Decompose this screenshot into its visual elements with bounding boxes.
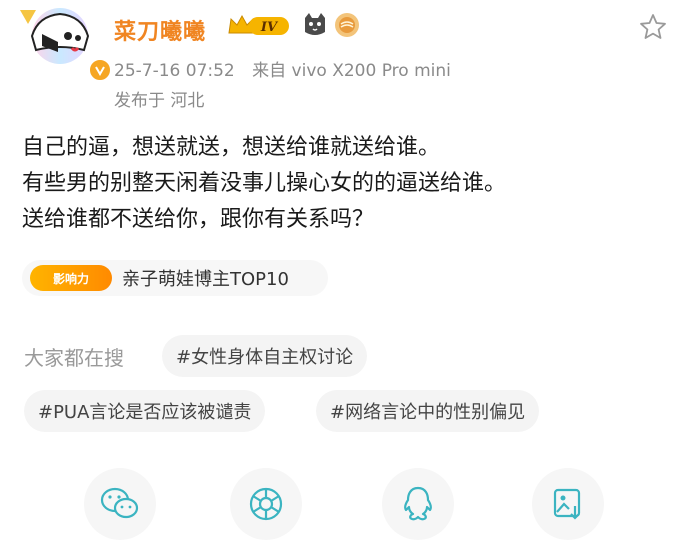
influence-logo-text: 影响力 bbox=[52, 271, 89, 286]
trending-search-label: 大家都在搜 bbox=[24, 346, 124, 370]
post-line: 送给谁都不送给你，跟你有关系吗？ bbox=[22, 207, 375, 232]
level-badge[interactable]: IV bbox=[227, 13, 293, 39]
share-wechat-button[interactable] bbox=[84, 468, 156, 540]
post-meta: 25-7-16 07:52 来自 vivo X200 Pro mini bbox=[114, 56, 451, 81]
post-line: 有些男的别整天闲着没事儿操心女的的逼送给谁。 bbox=[22, 171, 507, 196]
username[interactable]: 菜刀曦曦 bbox=[114, 14, 206, 46]
post-line: 自己的逼，想送就送，想送给谁就送给谁。 bbox=[22, 135, 441, 160]
post-timestamp: 25-7-16 07:52 bbox=[114, 61, 235, 81]
verified-badge bbox=[88, 58, 112, 82]
favorite-star-button[interactable] bbox=[638, 12, 668, 42]
search-tag[interactable]: #PUA言论是否应该被谴责 bbox=[24, 390, 266, 432]
save-image-icon bbox=[553, 488, 581, 520]
influence-label: 亲子萌娃博主TOP10 bbox=[122, 269, 289, 290]
influence-badge[interactable]: 影响力 亲子萌娃博主TOP10 bbox=[22, 260, 328, 296]
verified-v-icon bbox=[95, 66, 105, 76]
star-icon bbox=[640, 14, 666, 39]
post-location: 发布于 河北 bbox=[114, 91, 205, 111]
search-tag[interactable]: #网络言论中的性别偏见 bbox=[316, 390, 540, 432]
level-text: IV bbox=[260, 20, 279, 35]
wechat-icon bbox=[100, 487, 139, 519]
share-qq-button[interactable] bbox=[382, 468, 454, 540]
moments-icon bbox=[249, 487, 283, 521]
crown-icon: IV bbox=[228, 14, 289, 35]
qq-icon bbox=[404, 486, 432, 521]
save-image-button[interactable] bbox=[532, 468, 604, 540]
post-source: 来自 vivo X200 Pro mini bbox=[252, 61, 451, 81]
share-moments-button[interactable] bbox=[230, 468, 302, 540]
influence-logo: 影响力 bbox=[30, 265, 112, 291]
search-tag[interactable]: #女性身体自主权讨论 bbox=[162, 335, 368, 377]
noodle-bowl-icon bbox=[334, 12, 360, 38]
cat-icon bbox=[302, 12, 328, 38]
avatar-image bbox=[20, 8, 90, 64]
post-body: 自己的逼，想送就送，想送给谁就送给谁。 有些男的别整天闲着没事儿操心女的的逼送给… bbox=[22, 130, 672, 238]
avatar[interactable] bbox=[18, 6, 112, 82]
